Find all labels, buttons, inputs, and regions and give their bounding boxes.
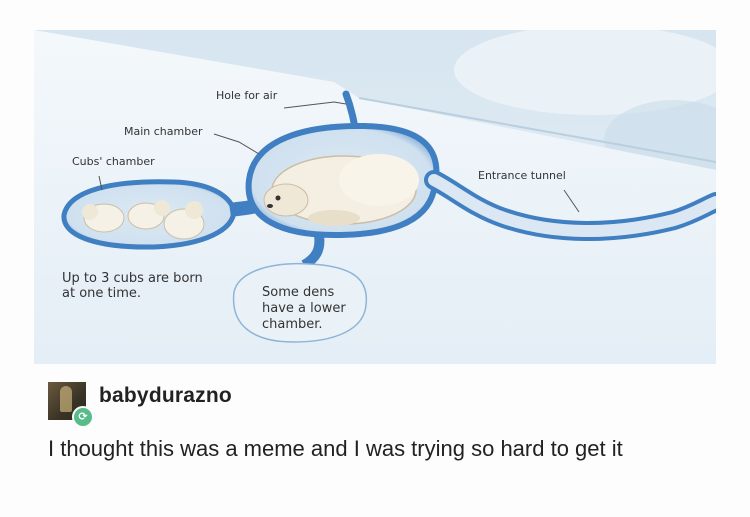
reblog-icon: ⟳ — [72, 406, 94, 428]
label-entrance-tunnel: Entrance tunnel — [478, 169, 566, 182]
post-text: I thought this was a meme and I was tryi… — [48, 436, 623, 461]
user-avatar[interactable]: ⟳ — [48, 382, 94, 428]
label-hole-for-air: Hole for air — [216, 89, 278, 102]
username[interactable]: babydurazno — [99, 384, 232, 408]
label-lower-chamber-line-3: chamber. — [262, 317, 323, 332]
polar-bear-den-illustration: Hole for air Main chamber Cubs' chamber … — [34, 30, 716, 364]
label-main-chamber: Main chamber — [124, 125, 203, 138]
den-diagram — [34, 30, 716, 364]
label-cubs-chamber: Cubs' chamber — [72, 155, 155, 168]
avatar-figure — [60, 386, 72, 412]
label-lower-chamber-line-2: have a lower — [262, 301, 346, 316]
label-lower-chamber-line-1: Some dens — [262, 285, 335, 300]
label-cubs-note: Up to 3 cubs are born at one time. — [62, 271, 203, 301]
